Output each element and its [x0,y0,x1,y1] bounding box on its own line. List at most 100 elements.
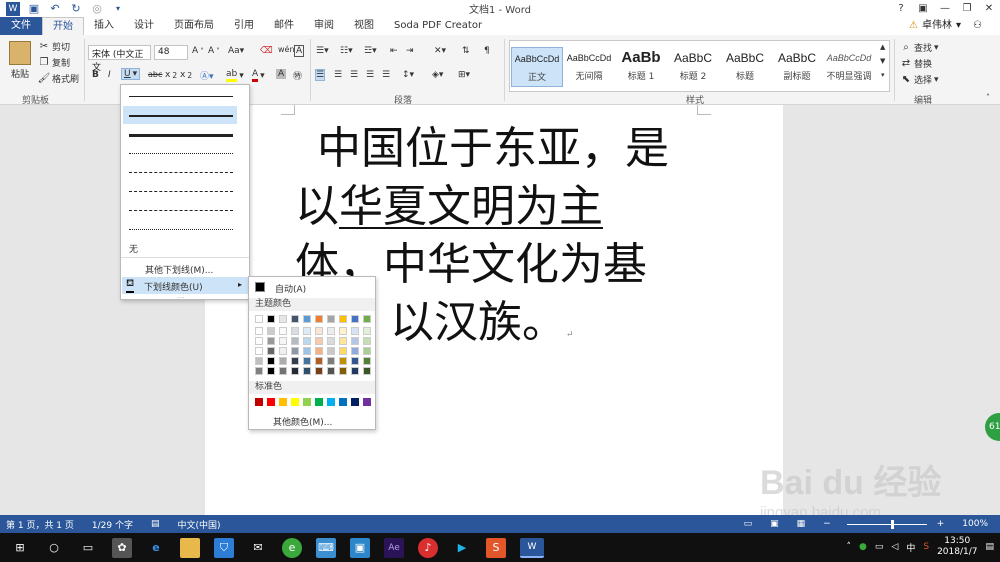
color-swatch[interactable] [279,315,287,323]
collapse-ribbon-icon[interactable]: ˄ [986,93,990,102]
volume-icon[interactable]: ◁ [891,542,898,552]
color-swatch[interactable] [255,327,263,335]
print-layout-icon[interactable]: ▣ [770,519,779,529]
more-underlines-item[interactable]: 其他下划线(M)... [145,263,213,276]
web-layout-icon[interactable]: ▦ [797,519,806,529]
file-explorer-icon[interactable] [180,537,200,558]
italic-button[interactable]: I [108,70,111,80]
color-swatch[interactable] [351,398,359,406]
color-swatch[interactable] [327,337,335,345]
sort-button[interactable]: ⇅ [462,46,470,56]
color-swatch[interactable] [255,357,263,365]
windows-start-icon[interactable]: ⊞ [10,538,30,558]
store-icon[interactable]: ⛉ [214,537,234,558]
color-swatch[interactable] [363,357,371,365]
underline-dash-dot[interactable] [123,182,237,200]
zoom-level[interactable]: 100% [962,519,988,529]
tab-view[interactable]: 视图 [344,17,384,35]
color-swatch[interactable] [339,357,347,365]
color-swatch[interactable] [303,327,311,335]
color-swatch[interactable] [267,315,275,323]
search-circle-icon[interactable]: ○ [44,538,64,558]
font-size-select[interactable]: 48 [154,45,188,60]
help-button[interactable]: ? [890,0,912,17]
color-swatch[interactable] [339,315,347,323]
color-swatch[interactable] [315,337,323,345]
tab-layout[interactable]: 页面布局 [164,17,224,35]
font-color-button[interactable]: A ▾ [252,69,265,82]
color-swatch[interactable] [303,357,311,365]
phonetic-guide-button[interactable]: wén [278,45,295,54]
style-no-spacing[interactable]: AaBbCcDd 无间隔 [563,47,615,87]
color-swatch[interactable] [339,327,347,335]
clock[interactable]: 13:50 2018/1/7 [937,536,977,558]
task-view-icon[interactable]: ▭ [78,538,98,558]
browser-360-icon[interactable]: e [282,537,302,558]
restore-button[interactable]: ❐ [956,0,978,17]
zoom-in-icon[interactable]: + [937,519,945,529]
line-spacing-button[interactable]: ↕▾ [402,70,414,80]
color-swatch[interactable] [279,337,287,345]
color-swatch[interactable] [327,347,335,355]
multilevel-list-button[interactable]: ☲▾ [364,46,377,56]
language-indicator[interactable]: 中文(中国) [178,518,221,531]
proofing-icon[interactable]: ▤ [151,519,160,529]
replace-button[interactable]: ⇄ 替换 [900,57,932,70]
color-swatch[interactable] [255,398,263,406]
tab-file[interactable]: 文件 [0,17,42,35]
color-swatch[interactable] [291,357,299,365]
color-swatch[interactable] [291,337,299,345]
page-count[interactable]: 第 1 页，共 1 页 [6,518,74,531]
color-swatch[interactable] [351,337,359,345]
color-swatch[interactable] [279,347,287,355]
character-shading-button[interactable]: A [276,69,287,79]
underline-dotted[interactable] [123,144,237,162]
color-swatch[interactable] [267,398,275,406]
tab-references[interactable]: 引用 [224,17,264,35]
tab-design[interactable]: 设计 [124,17,164,35]
color-swatch[interactable] [327,398,335,406]
color-swatch[interactable] [303,367,311,375]
align-right-button[interactable]: ☰ [350,70,358,80]
copy-button[interactable]: ❐ 复制 [38,56,71,69]
clear-format-button[interactable]: ⌫ [260,46,273,56]
color-swatch[interactable] [267,367,275,375]
color-swatch[interactable] [327,357,335,365]
color-swatch[interactable] [363,367,371,375]
color-swatch[interactable] [291,327,299,335]
color-swatch[interactable] [255,315,263,323]
enclose-character-button[interactable]: ㊕ [293,69,302,82]
network-icon[interactable]: ▭ [875,542,884,552]
customize-qa-icon[interactable]: ▾ [111,2,125,16]
underline-color-item[interactable]: ⛾ 下划线颜色(U) ▸ [122,277,248,294]
app-icon[interactable]: ✿ [112,537,132,558]
color-swatch[interactable] [351,367,359,375]
read-mode-icon[interactable]: ▭ [744,519,753,529]
more-colors-item[interactable]: 其他颜色(M)... [273,415,332,428]
chevron-up-icon[interactable]: ˄ [847,542,852,552]
bold-button[interactable]: B [92,70,99,80]
color-swatch[interactable] [267,347,275,355]
tab-review[interactable]: 审阅 [304,17,344,35]
color-swatch[interactable] [303,337,311,345]
color-swatch[interactable] [291,367,299,375]
select-button[interactable]: ⬉ 选择 ▾ [900,73,939,86]
color-swatch[interactable] [315,327,323,335]
netease-music-icon[interactable]: ♪ [418,537,438,558]
color-swatch[interactable] [255,367,263,375]
tab-mailings[interactable]: 邮件 [264,17,304,35]
touch-mode-icon[interactable]: ◎ [90,2,104,16]
color-swatch[interactable] [291,347,299,355]
numbering-button[interactable]: ☷▾ [340,46,353,56]
color-swatch[interactable] [363,398,371,406]
color-swatch[interactable] [303,398,311,406]
underline-dash-dot-dot[interactable] [123,201,237,219]
increase-indent-button[interactable]: ⇥ [406,46,414,56]
style-subtle-emphasis[interactable]: AaBbCcDd 不明显强调 [823,47,875,87]
style-heading-2[interactable]: AaBbC 标题 2 [667,47,719,87]
tab-home[interactable]: 开始 [42,17,84,35]
resize-grip[interactable]: ···· [177,295,185,302]
color-swatch[interactable] [327,315,335,323]
color-swatch[interactable] [327,327,335,335]
user-account[interactable]: ⚠ 卓伟林 ▾ ⚇ [909,17,982,35]
